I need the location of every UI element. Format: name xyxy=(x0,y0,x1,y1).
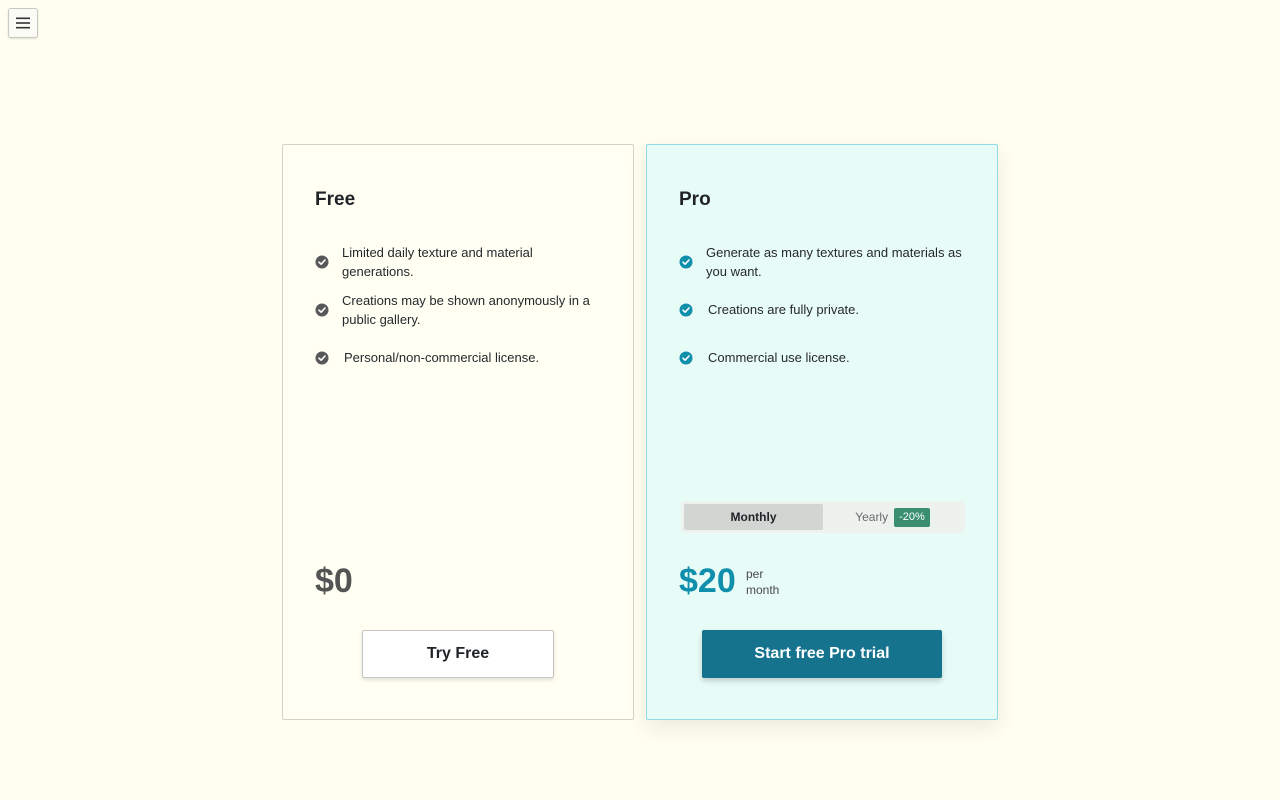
free-plan-card: Free Limited daily texture and material … xyxy=(282,144,634,720)
billing-option-label: Monthly xyxy=(730,510,777,524)
feature-item: Personal/non-commercial license. xyxy=(315,348,605,367)
menu-button[interactable] xyxy=(8,8,38,38)
feature-item: Commercial use license. xyxy=(679,348,969,367)
hamburger-menu-icon xyxy=(16,17,30,29)
billing-option-monthly[interactable]: Monthly xyxy=(684,504,823,530)
billing-option-yearly[interactable]: Yearly -20% xyxy=(823,504,962,530)
pro-plan-card: Pro Generate as many textures and materi… xyxy=(646,144,998,720)
billing-option-label: Yearly xyxy=(855,510,889,524)
feature-item: Limited daily texture and material gener… xyxy=(315,243,605,281)
start-pro-trial-button[interactable]: Start free Pro trial xyxy=(702,630,942,678)
billing-period-toggle[interactable]: Monthly Yearly -20% xyxy=(681,501,965,533)
feature-text: Generate as many textures and materials … xyxy=(706,245,962,279)
check-circle-icon xyxy=(679,303,693,316)
price-period: per month xyxy=(746,566,806,598)
feature-item: Generate as many textures and materials … xyxy=(679,243,969,281)
feature-text: Personal/non-commercial license. xyxy=(344,350,540,365)
feature-text: Creations may be shown anonymously in a … xyxy=(342,293,590,327)
price-pro: $20 xyxy=(679,562,736,600)
check-circle-icon xyxy=(679,255,693,269)
check-circle-icon xyxy=(315,303,329,317)
try-free-button[interactable]: Try Free xyxy=(362,630,554,678)
discount-badge: -20% xyxy=(894,507,930,527)
feature-item: Creations are fully private. xyxy=(679,300,969,319)
price-period-line: month xyxy=(746,583,780,597)
feature-text: Commercial use license. xyxy=(708,350,850,365)
feature-text: Creations are fully private. xyxy=(708,302,860,317)
feature-item: Creations may be shown anonymously in a … xyxy=(315,291,605,329)
plan-title-free: Free xyxy=(315,189,356,210)
check-circle-icon xyxy=(315,351,329,364)
price-period-line: per xyxy=(746,567,764,581)
check-circle-icon xyxy=(315,255,329,269)
feature-text: Limited daily texture and material gener… xyxy=(342,245,533,279)
price-free: $0 xyxy=(315,562,353,600)
check-circle-icon xyxy=(679,351,693,364)
plan-title-pro: Pro xyxy=(679,189,711,210)
